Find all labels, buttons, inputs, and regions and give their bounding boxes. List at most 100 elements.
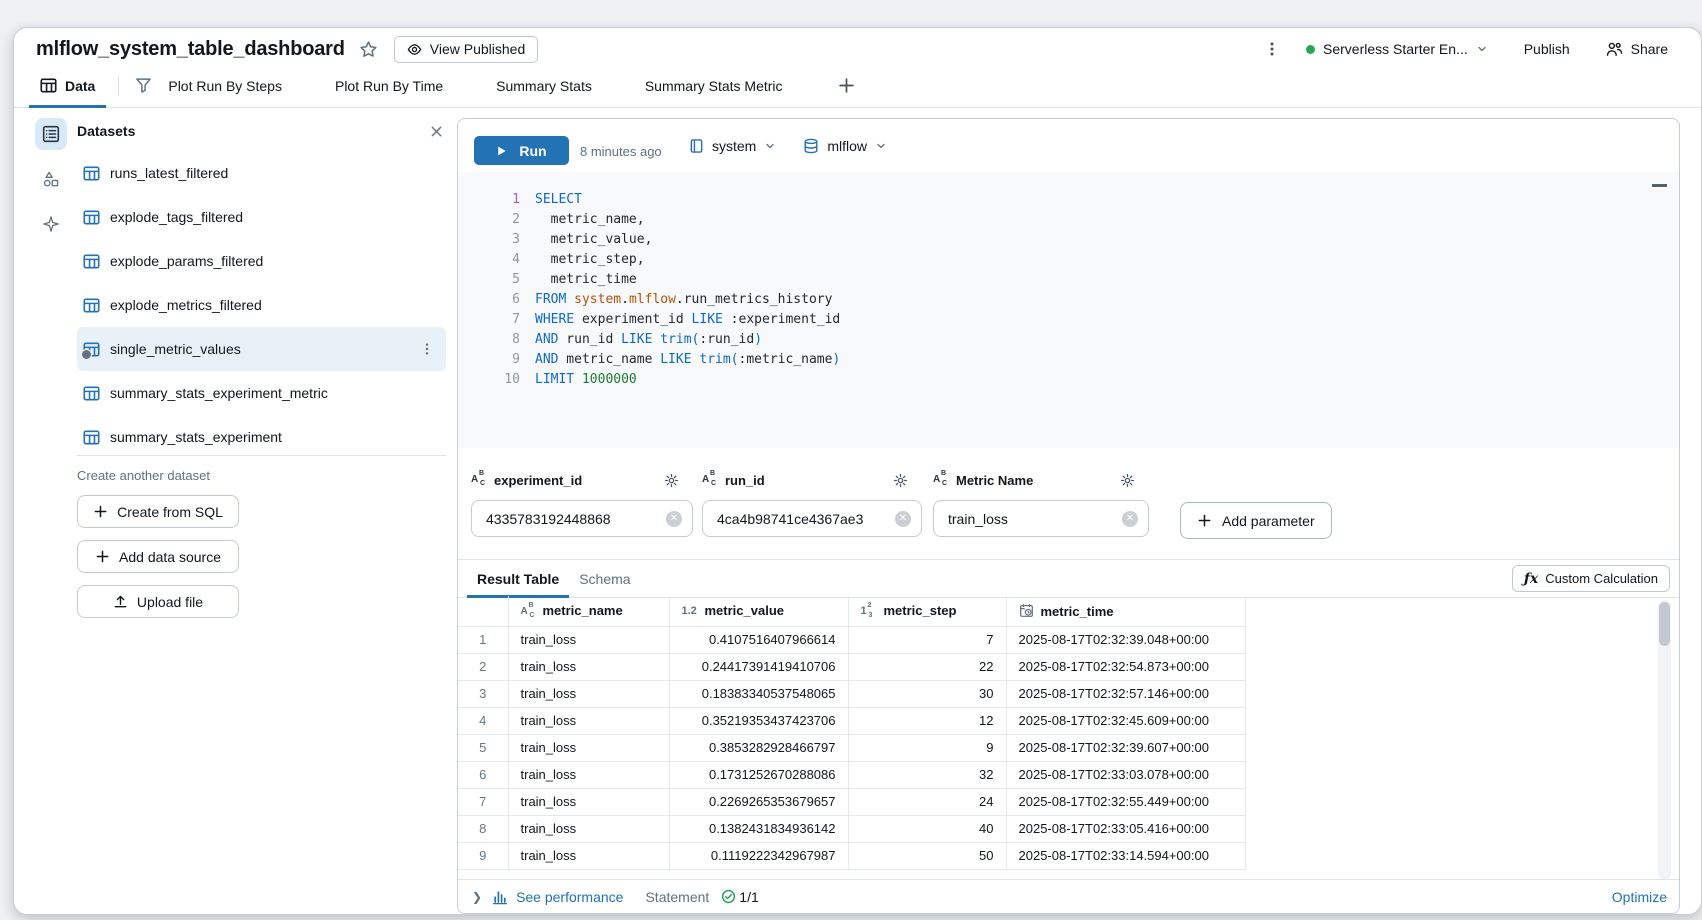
cell-metric_time[interactable]: 2025-08-17T02:32:55.449+00:00 <box>1006 788 1245 815</box>
publish-button[interactable]: Publish <box>1518 40 1576 58</box>
run-button[interactable]: Run <box>474 136 569 165</box>
add-data-source-button[interactable]: Add data source <box>77 540 239 573</box>
cell-metric_value[interactable]: 0.1119222342967987 <box>669 842 848 869</box>
cell-metric_name[interactable]: train_loss <box>508 626 669 653</box>
cell-metric_name[interactable]: train_loss <box>508 680 669 707</box>
cell-metric_name[interactable]: train_loss <box>508 788 669 815</box>
cell-metric_step[interactable]: 40 <box>848 815 1006 842</box>
dataset-kebab-icon[interactable] <box>414 341 440 357</box>
clear-value-icon[interactable]: ✕ <box>895 511 911 527</box>
tab-summary-stats[interactable]: Summary Stats <box>496 78 592 94</box>
cell-metric_step[interactable]: 50 <box>848 842 1006 869</box>
table-row[interactable]: 2train_loss0.24417391419410706222025-08-… <box>458 653 1245 680</box>
cell-metric_step[interactable]: 30 <box>848 680 1006 707</box>
close-icon[interactable] <box>427 122 446 141</box>
cell-metric_name[interactable]: train_loss <box>508 761 669 788</box>
column-header-metric_value[interactable]: 1.2metric_value <box>669 596 848 626</box>
cell-metric_step[interactable]: 24 <box>848 788 1006 815</box>
dataset-item[interactable]: explode_metrics_filtered <box>77 283 446 327</box>
table-row[interactable]: 6train_loss0.1731252670288086322025-08-1… <box>458 761 1245 788</box>
cell-metric_name[interactable]: train_loss <box>508 734 669 761</box>
table-row[interactable]: 8train_loss0.1382431834936142402025-08-1… <box>458 815 1245 842</box>
schema-selector[interactable]: mlflow <box>803 138 887 154</box>
tab-plot-run-by-time[interactable]: Plot Run By Time <box>335 78 443 94</box>
tab-result-table[interactable]: Result Table <box>467 560 569 597</box>
table-row[interactable]: 7train_loss0.2269265353679657242025-08-1… <box>458 788 1245 815</box>
dataset-item[interactable]: explode_params_filtered <box>77 239 446 283</box>
gear-icon[interactable] <box>893 473 908 488</box>
see-performance-link[interactable]: See performance <box>492 889 623 905</box>
create-from-sql-button[interactable]: Create from SQL <box>77 495 239 528</box>
upload-file-button[interactable]: Upload file <box>77 585 239 618</box>
cell-metric_value[interactable]: 0.2269265353679657 <box>669 788 848 815</box>
result-scrollbar-thumb[interactable] <box>1659 602 1670 646</box>
sql-code[interactable]: SELECT metric_name, metric_value, metric… <box>535 190 840 390</box>
rail-datasets-icon[interactable] <box>35 118 67 150</box>
add-parameter-button[interactable]: Add parameter <box>1180 502 1332 539</box>
dataset-item[interactable]: summary_stats_experiment_metric <box>77 371 446 415</box>
table-row[interactable]: 5train_loss0.385328292846679792025-08-17… <box>458 734 1245 761</box>
gear-icon[interactable] <box>664 473 679 488</box>
parameter-input[interactable]: 4335783192448868✕ <box>471 500 693 537</box>
expand-chevron-right-icon[interactable]: ❯ <box>472 890 482 904</box>
editor-minimap[interactable] <box>1652 184 1667 187</box>
cell-metric_name[interactable]: train_loss <box>508 842 669 869</box>
result-scrollbar-track[interactable] <box>1658 600 1671 880</box>
cell-metric_name[interactable]: train_loss <box>508 815 669 842</box>
table-row[interactable]: 4train_loss0.35219353437423706122025-08-… <box>458 707 1245 734</box>
column-header-metric_step[interactable]: 123metric_step <box>848 596 1006 626</box>
cell-metric_step[interactable]: 22 <box>848 653 1006 680</box>
cell-metric_step[interactable]: 9 <box>848 734 1006 761</box>
environment-selector[interactable]: Serverless Starter En... <box>1306 41 1488 57</box>
cell-metric_step[interactable]: 7 <box>848 626 1006 653</box>
add-page-icon[interactable] <box>838 77 855 94</box>
cell-metric_time[interactable]: 2025-08-17T02:33:05.416+00:00 <box>1006 815 1245 842</box>
overflow-menu-icon[interactable] <box>1264 40 1280 58</box>
dataset-item[interactable]: runs_latest_filtered <box>77 151 446 195</box>
cell-metric_name[interactable]: train_loss <box>508 707 669 734</box>
rail-assistant-sparkle-icon[interactable] <box>35 208 67 240</box>
view-published-button[interactable]: View Published <box>394 36 538 63</box>
filter-icon[interactable] <box>135 77 152 94</box>
tab-data[interactable]: Data <box>29 64 106 107</box>
cell-metric_time[interactable]: 2025-08-17T02:32:45.609+00:00 <box>1006 707 1245 734</box>
rail-canvas-shapes-icon[interactable] <box>35 163 67 195</box>
table-row[interactable]: 3train_loss0.18383340537548065302025-08-… <box>458 680 1245 707</box>
clear-value-icon[interactable]: ✕ <box>666 511 682 527</box>
cell-metric_value[interactable]: 0.35219353437423706 <box>669 707 848 734</box>
parameter-input[interactable]: 4ca4b98741ce4367ae3✕ <box>702 500 922 537</box>
cell-metric_time[interactable]: 2025-08-17T02:32:57.146+00:00 <box>1006 680 1245 707</box>
cell-metric_value[interactable]: 0.3853282928466797 <box>669 734 848 761</box>
optimize-link[interactable]: Optimize <box>1612 889 1667 905</box>
dataset-item[interactable]: summary_stats_experiment <box>77 415 446 459</box>
favorite-star-icon[interactable] <box>359 40 378 59</box>
cell-metric_value[interactable]: 0.1731252670288086 <box>669 761 848 788</box>
cell-metric_time[interactable]: 2025-08-17T02:33:14.594+00:00 <box>1006 842 1245 869</box>
cell-metric_time[interactable]: 2025-08-17T02:32:54.873+00:00 <box>1006 653 1245 680</box>
dataset-item[interactable]: explode_tags_filtered <box>77 195 446 239</box>
cell-metric_step[interactable]: 12 <box>848 707 1006 734</box>
cell-metric_value[interactable]: 0.4107516407966614 <box>669 626 848 653</box>
clear-value-icon[interactable]: ✕ <box>1122 511 1138 527</box>
cell-metric_value[interactable]: 0.18383340537548065 <box>669 680 848 707</box>
cell-metric_time[interactable]: 2025-08-17T02:32:39.048+00:00 <box>1006 626 1245 653</box>
cell-metric_value[interactable]: 0.1382431834936142 <box>669 815 848 842</box>
catalog-selector[interactable]: system <box>689 138 776 154</box>
cell-metric_time[interactable]: 2025-08-17T02:32:39.607+00:00 <box>1006 734 1245 761</box>
cell-metric_time[interactable]: 2025-08-17T02:33:03.078+00:00 <box>1006 761 1245 788</box>
parameter-input[interactable]: train_loss✕ <box>933 500 1149 537</box>
sql-editor[interactable]: 12345678910 SELECT metric_name, metric_v… <box>458 172 1679 449</box>
cell-metric_name[interactable]: train_loss <box>508 653 669 680</box>
table-row[interactable]: 9train_loss0.1119222342967987502025-08-1… <box>458 842 1245 869</box>
cell-metric_value[interactable]: 0.24417391419410706 <box>669 653 848 680</box>
column-header-metric_time[interactable]: metric_time <box>1006 596 1245 626</box>
cell-metric_step[interactable]: 32 <box>848 761 1006 788</box>
tab-schema[interactable]: Schema <box>569 560 640 597</box>
custom-calculation-button[interactable]: ƒx Custom Calculation <box>1512 565 1670 592</box>
dataset-item[interactable]: single_metric_values <box>77 327 446 371</box>
gear-icon[interactable] <box>1120 473 1135 488</box>
column-header-metric_name[interactable]: ABCmetric_name <box>508 596 669 626</box>
tab-summary-stats-metric[interactable]: Summary Stats Metric <box>645 78 783 94</box>
tab-plot-run-by-steps[interactable]: Plot Run By Steps <box>168 78 282 94</box>
table-row[interactable]: 1train_loss0.410751640796661472025-08-17… <box>458 626 1245 653</box>
